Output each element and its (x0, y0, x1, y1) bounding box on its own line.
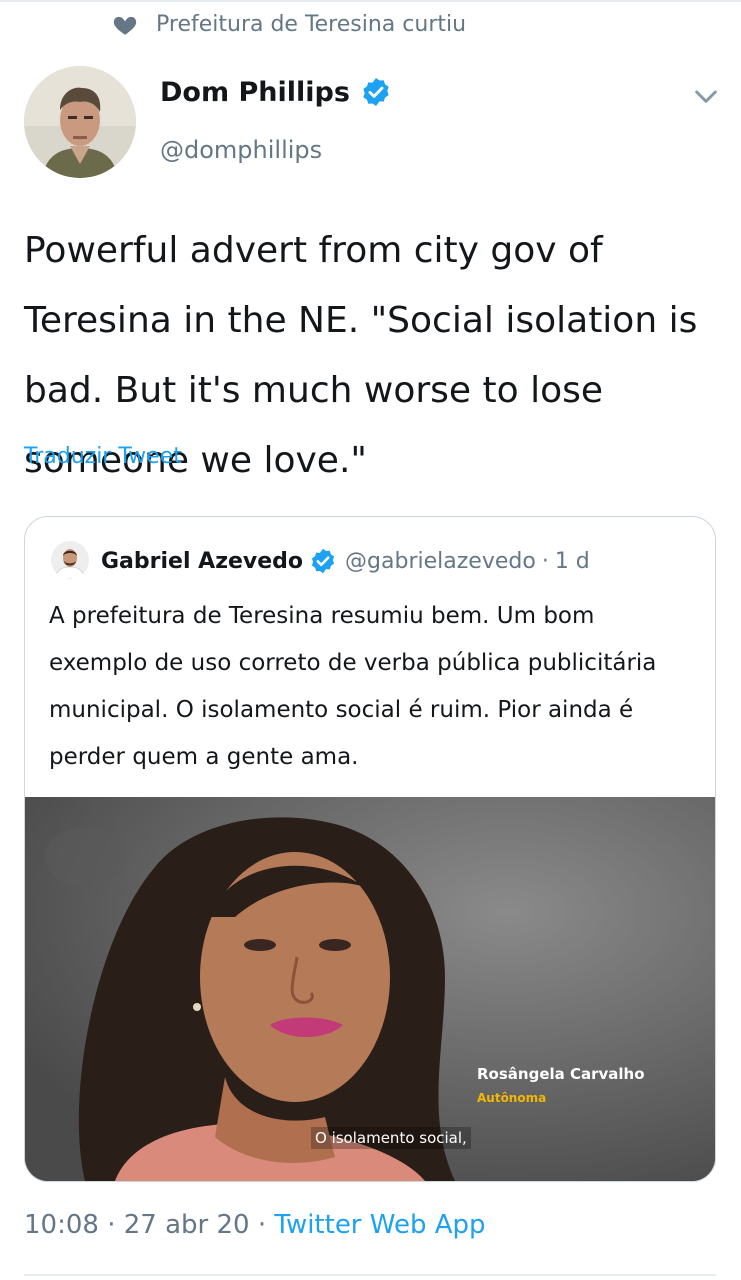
quoted-timestamp[interactable]: 1 d (555, 549, 590, 574)
quoted-video[interactable]: Rosângela Carvalho Autônoma O isolamento… (25, 797, 715, 1181)
translate-tweet-link[interactable]: Traduzir Tweet (24, 444, 182, 469)
tweet-date[interactable]: 27 abr 20 (124, 1210, 250, 1240)
author-handle[interactable]: @domphillips (160, 136, 322, 164)
video-frame-image (25, 797, 715, 1181)
bottom-divider (24, 1274, 716, 1276)
lower-third-role: Autônoma (477, 1091, 547, 1105)
source-app-link[interactable]: Twitter Web App (274, 1210, 485, 1240)
heart-icon (113, 16, 137, 35)
quoted-tweet-text: A prefeitura de Teresina resumiu bem. Um… (49, 603, 657, 770)
author-name[interactable]: Dom Phillips (160, 77, 350, 108)
tweet-time[interactable]: 10:08 (24, 1210, 99, 1240)
quoted-tweet-card[interactable]: Gabriel Azevedo @gabrielazevedo · 1 d A … (24, 516, 716, 1182)
verified-badge-icon (311, 548, 335, 574)
video-subtitle: O isolamento social, (311, 1127, 471, 1149)
top-divider (0, 0, 741, 2)
verified-badge-icon (363, 78, 389, 106)
social-context-text: Prefeitura de Teresina curtiu (156, 12, 467, 37)
quoted-header: Gabriel Azevedo @gabrielazevedo · 1 d (101, 541, 590, 581)
footer-separator: · (107, 1210, 116, 1240)
lower-third-name: Rosângela Carvalho (477, 1065, 645, 1083)
quoted-author-avatar[interactable] (51, 541, 89, 579)
quoted-separator: · (541, 548, 549, 574)
quoted-author-name[interactable]: Gabriel Azevedo (101, 549, 303, 574)
quoted-author-handle[interactable]: @gabrielazevedo (345, 549, 536, 574)
footer-separator: · (257, 1210, 267, 1240)
author-name-row[interactable]: Dom Phillips (160, 76, 392, 108)
chevron-down-icon[interactable] (690, 80, 722, 112)
tweet-footer: 10:08 · 27 abr 20 · Twitter Web App (24, 1210, 486, 1240)
author-avatar[interactable] (24, 66, 136, 178)
